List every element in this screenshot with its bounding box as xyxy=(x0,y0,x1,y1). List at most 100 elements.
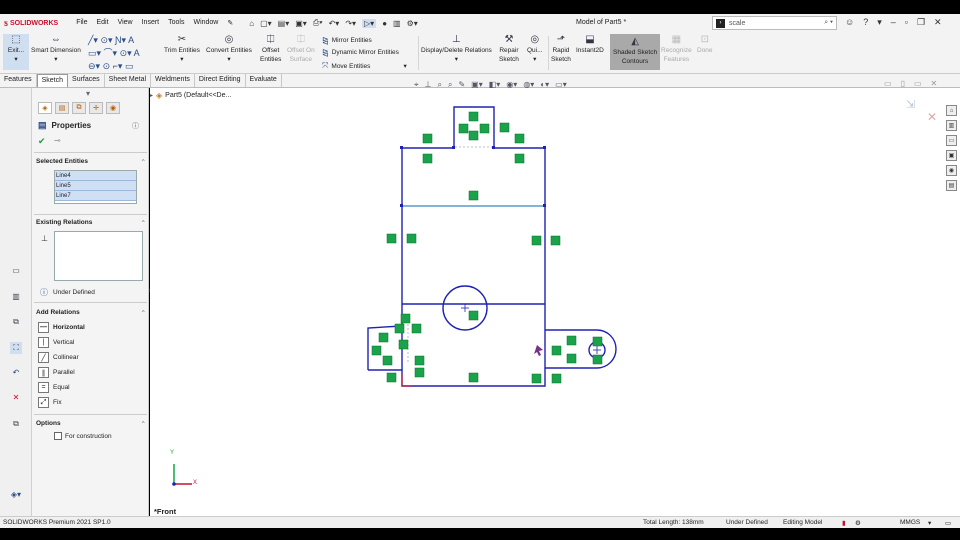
add-relations-header[interactable]: Add Relations ⌃ xyxy=(36,309,146,317)
vertical-relation-icon[interactable] xyxy=(386,372,397,383)
design-library-icon[interactable]: ▥ xyxy=(946,120,957,131)
instant2d-button[interactable]: ⬓ Instant2D xyxy=(576,34,604,55)
restore-icon[interactable]: ▫ xyxy=(905,17,908,28)
arc-icon[interactable]: ⌒▾ xyxy=(104,48,118,58)
new-icon[interactable]: ▢▾ xyxy=(260,19,272,28)
vertical-relation-icon[interactable] xyxy=(551,345,562,356)
list-item[interactable]: Line4 xyxy=(55,171,136,181)
undo-icon[interactable]: ↶ xyxy=(10,366,22,378)
view-palette-icon[interactable]: ▣ xyxy=(946,150,957,161)
relation-markers[interactable] xyxy=(371,111,603,384)
rapid-sketch-button[interactable]: ⬏ Rapid Sketch xyxy=(551,34,571,64)
smart-dimension-button[interactable]: ⇔ Smart Dimension ▾ xyxy=(31,34,81,64)
trim-entities-button[interactable]: ✂ Trim Entities ▾ xyxy=(164,34,200,64)
vertical-relation-icon[interactable] xyxy=(458,123,469,134)
add-relation-collinear[interactable]: ╱ Collinear xyxy=(38,352,79,363)
list-item[interactable]: Line5 xyxy=(55,181,136,191)
configuration-tab-icon[interactable]: ⧉ xyxy=(72,102,86,114)
add-relation-vertical[interactable]: | Vertical xyxy=(38,337,74,348)
help-icon[interactable]: ? xyxy=(863,17,868,28)
add-relation-horizontal[interactable]: — Horizontal xyxy=(38,322,85,333)
sketch-point[interactable] xyxy=(543,146,546,149)
search-icon[interactable]: ⌕ ▾ xyxy=(824,19,833,27)
dimxpert-tab-icon[interactable]: ✛ xyxy=(89,102,103,114)
horizontal-relation-icon[interactable] xyxy=(514,153,525,164)
tab-evaluate[interactable]: Evaluate xyxy=(246,74,282,87)
vertical-relation-icon[interactable] xyxy=(406,233,417,244)
horizontal-relation-icon[interactable] xyxy=(468,372,479,383)
list-item[interactable]: Line7 xyxy=(55,191,136,201)
line-icon[interactable]: ╱▾ xyxy=(88,35,98,45)
vertical-relation-icon[interactable] xyxy=(479,123,490,134)
tab-direct-editing[interactable]: Direct Editing xyxy=(195,74,246,87)
units-text[interactable]: MMGS xyxy=(900,519,920,526)
horizontal-relation-icon[interactable] xyxy=(468,130,479,141)
feature-tree-tab-icon[interactable]: ◈ xyxy=(38,102,52,114)
display-delete-relations-button[interactable]: ⊥ Display/Delete Relations ▾ xyxy=(421,34,492,64)
sketch-point[interactable] xyxy=(400,204,403,207)
text-icon[interactable]: A xyxy=(128,35,134,45)
smart-dimension-icon[interactable]: ⛶ xyxy=(10,342,22,354)
options-icon[interactable]: ⚙▾ xyxy=(407,19,418,28)
tile-icon[interactable]: ▯ xyxy=(901,79,905,88)
cancel-icon[interactable]: ✕ xyxy=(10,391,22,403)
menu-file[interactable]: File xyxy=(76,19,87,27)
coincident-relation-icon[interactable] xyxy=(592,336,603,347)
vertical-relation-icon[interactable] xyxy=(414,355,425,366)
pushpin-icon[interactable]: ⊸ xyxy=(54,136,61,145)
coincident-relation-icon[interactable] xyxy=(499,122,510,133)
vertical-relation-icon[interactable] xyxy=(411,323,422,334)
appearances-icon[interactable]: ◉ xyxy=(946,165,957,176)
add-relation-parallel[interactable]: ∥ Parallel xyxy=(38,367,75,378)
horizontal-relation-icon[interactable] xyxy=(400,313,411,324)
ok-check-icon[interactable]: ✔ xyxy=(38,136,46,147)
vertical-relation-icon[interactable] xyxy=(531,373,542,384)
horizontal-relation-icon[interactable] xyxy=(422,153,433,164)
vertical-relation-icon[interactable] xyxy=(394,323,405,334)
units-dropdown-icon[interactable]: ▾ xyxy=(928,519,931,527)
undo-icon[interactable]: ↶▾ xyxy=(329,19,340,28)
plane-icon[interactable]: ▭ xyxy=(125,61,134,71)
close-icon[interactable]: ✕ xyxy=(934,17,942,28)
horizontal-relation-icon[interactable] xyxy=(468,190,479,201)
graphics-area[interactable]: ▸ ◈ Part5 (Default<<De... ⌖ ⊥ ⌕ ⌕ ✎ ▣▾ ◧… xyxy=(150,79,943,516)
vertical-relation-icon[interactable] xyxy=(386,233,397,244)
sketch-point[interactable] xyxy=(452,146,455,149)
menu-window[interactable]: Window xyxy=(193,19,218,27)
coincident-relation-icon[interactable] xyxy=(592,354,603,365)
tab-weldments[interactable]: Weldments xyxy=(151,74,195,87)
home-icon[interactable]: ⌂ xyxy=(249,19,254,28)
for-construction-option[interactable]: For construction xyxy=(54,432,112,440)
ellipse-icon[interactable]: ⊙ xyxy=(103,61,111,71)
redo-icon[interactable]: ↷▾ xyxy=(345,19,356,28)
tab-surfaces[interactable]: Surfaces xyxy=(68,74,105,87)
recognize-features-button[interactable]: ▦ Recognize Features xyxy=(661,34,692,64)
pin-icon[interactable]: ✎ xyxy=(227,19,233,27)
menu-view[interactable]: View xyxy=(118,19,133,27)
solidworks-resources-icon[interactable]: ⌂ xyxy=(946,105,957,116)
selected-entities-list[interactable]: Line4 Line5 Line7 xyxy=(54,170,137,204)
selected-entities-header[interactable]: Selected Entities ⌃ xyxy=(36,158,146,166)
sketch-plane-icon[interactable]: ▥ xyxy=(10,290,22,302)
search-input[interactable]: scale xyxy=(729,20,745,27)
add-relation-equal[interactable]: = Equal xyxy=(38,382,70,393)
horizontal-relation-icon[interactable] xyxy=(468,111,479,122)
menu-insert[interactable]: Insert xyxy=(142,19,160,27)
vertical-relation-icon[interactable] xyxy=(550,235,561,246)
vertical-relation-icon[interactable] xyxy=(371,345,382,356)
horizontal-relation-icon[interactable] xyxy=(378,332,389,343)
sketch-icon[interactable]: ▭ xyxy=(10,264,22,276)
file-properties-icon[interactable]: ▥ xyxy=(393,19,401,28)
display-manager-tab-icon[interactable]: ◉ xyxy=(106,102,120,114)
horizontal-relation-icon[interactable] xyxy=(398,339,409,350)
search-box[interactable]: › scale ⌕ ▾ xyxy=(712,16,837,30)
save-icon[interactable]: ▣▾ xyxy=(295,19,307,28)
minimize-icon[interactable]: – xyxy=(891,17,896,28)
viewport-restore-icon[interactable]: ▭ xyxy=(914,79,922,88)
dynamic-mirror-button[interactable]: ⧎ Dynamic Mirror Entities xyxy=(322,48,399,57)
solidworks-logo[interactable]: ƽ SOLIDWORKS xyxy=(4,19,58,28)
sketch-point[interactable] xyxy=(543,204,546,207)
repair-sketch-button[interactable]: ⚒ Repair Sketch xyxy=(499,34,519,64)
horizontal-relation-icon[interactable] xyxy=(382,355,393,366)
print-icon[interactable]: ⎙▾ xyxy=(313,18,323,28)
